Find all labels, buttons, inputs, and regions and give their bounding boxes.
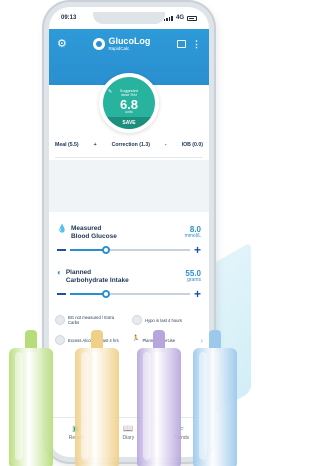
status-time: 09:13 <box>61 15 77 21</box>
save-button[interactable]: SAVE <box>103 117 155 129</box>
pen-needle-blue <box>190 330 240 466</box>
meal-term: Meal (5.5) <box>55 142 79 148</box>
plus-icon[interactable]: + <box>194 288 201 300</box>
brand-subtitle: RapidCalc <box>108 46 130 51</box>
divider <box>55 157 203 158</box>
hypo-toggle-icon[interactable] <box>131 315 142 326</box>
pen-needle-yellow <box>72 330 122 466</box>
minus-sign: - <box>164 142 167 148</box>
edit-pencil-icon[interactable]: ✎ <box>108 89 112 95</box>
spacer-band <box>49 160 209 212</box>
gear-icon[interactable]: ⚙ <box>57 38 67 50</box>
glucose-unit: mmol/L <box>184 233 201 240</box>
correction-term: Correction (1.3) <box>111 142 150 148</box>
glucose-slider[interactable]: + <box>57 244 201 256</box>
plus-icon[interactable]: + <box>194 244 201 256</box>
meal-plate-icon: ◐ <box>57 268 62 277</box>
carbs-unit: grams <box>187 277 201 284</box>
glucose-input: 💧 Measured Blood Glucose 8.0 mmol/L + <box>57 224 201 256</box>
iob-term: IOB (0.0) <box>181 142 203 148</box>
logo-mark-icon <box>93 38 106 51</box>
option-bg-not-measured[interactable]: BG not measured / Extra Carbs <box>55 315 126 326</box>
carbs-input: ◐ Planned Carbohydrate Intake 55.0 grams <box>57 268 201 300</box>
carbs-label-2: Carbohydrate Intake <box>65 276 129 284</box>
option-hypo[interactable]: Hypo in last 4 hours <box>131 315 203 326</box>
glucose-label-1: Measured <box>70 225 102 232</box>
minus-icon[interactable] <box>57 292 66 295</box>
slider-thumb[interactable] <box>101 245 110 254</box>
glucose-label-2: Blood Glucose <box>70 232 117 240</box>
dose-units: units <box>125 110 133 115</box>
plus-sign: + <box>93 142 97 148</box>
book-icon[interactable] <box>177 40 186 49</box>
dose-display: ✎ Suggested dose RAI 6.8 units SAVE <box>99 73 159 133</box>
brand-name: GlucoLog <box>108 36 151 46</box>
dose-formula: Meal (5.5) + Correction (1.3) - IOB (0.0… <box>55 142 203 148</box>
minus-icon[interactable] <box>57 248 66 251</box>
carbs-label-1: Planned <box>65 269 92 276</box>
battery-icon <box>187 15 197 21</box>
pen-needle-green <box>6 330 56 466</box>
more-menu-icon[interactable]: ⋮ <box>192 39 201 50</box>
network-label: 4G <box>175 15 184 21</box>
pen-needles-image <box>0 330 243 466</box>
signal-icon <box>163 15 173 21</box>
blood-drop-icon: 💧 <box>57 224 67 233</box>
app-logo: GlucoLog RapidCalc <box>93 37 150 52</box>
carbs-slider[interactable]: + <box>57 288 201 300</box>
pen-needle-purple <box>134 330 184 466</box>
slider-thumb[interactable] <box>101 289 110 298</box>
bg-toggle-icon[interactable] <box>55 315 65 326</box>
phone-notch <box>93 12 165 24</box>
